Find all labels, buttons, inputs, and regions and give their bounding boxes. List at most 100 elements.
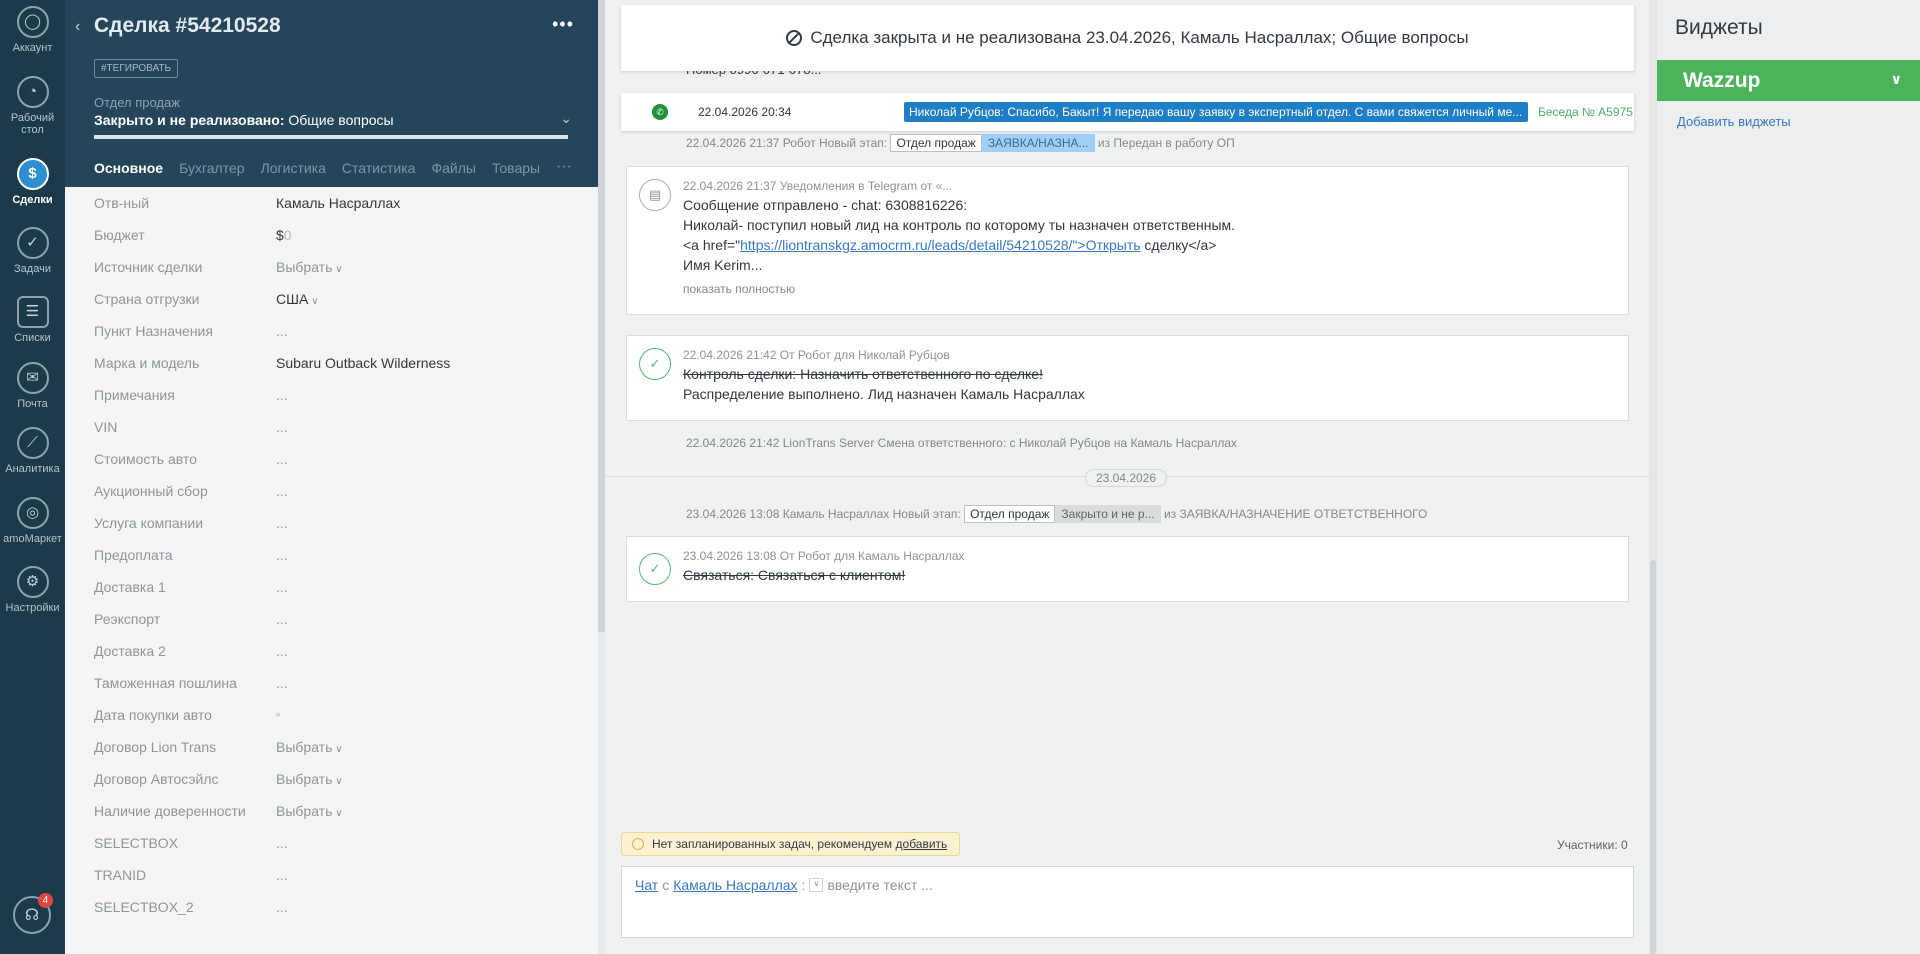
select-value: Выбрать: [276, 803, 333, 819]
task-title: Связаться: Связаться с клиентом!: [683, 567, 906, 583]
field-power-of-attorney: Наличие доверенности Выбрать ∨: [94, 795, 574, 827]
task-title: Контроль сделки: Назначить ответственног…: [683, 366, 1043, 382]
field-value[interactable]: ...: [276, 515, 288, 531]
nav-analytics-label: Аналитика: [5, 463, 60, 475]
nav-lists[interactable]: ☰ Списки: [0, 296, 65, 344]
chat-composer[interactable]: Чат с Камаль Насраллах: ∨ введите текст …: [621, 866, 1634, 938]
country-select[interactable]: США ∨: [276, 291, 319, 307]
field-value[interactable]: ...: [276, 867, 288, 883]
currency-symbol: $: [276, 227, 284, 243]
contract-lion-select[interactable]: Выбрать ∨: [276, 739, 343, 755]
event-text: 22.04.2026 21:37 Робот Новый этап:: [686, 136, 888, 150]
clock-icon: [632, 838, 644, 850]
event-suffix: из ЗАЯВКА/НАЗНАЧЕНИЕ ОТВЕТСТВЕННОГО: [1163, 507, 1428, 521]
source-select[interactable]: Выбрать ∨: [276, 259, 343, 275]
field-value[interactable]: ...: [276, 899, 288, 915]
field-label: Доставка 1: [94, 579, 166, 595]
chat-input[interactable]: введите текст ...: [827, 877, 932, 893]
pipeline-pill: Отдел продаж: [964, 505, 1056, 523]
field-value[interactable]: ...: [276, 483, 288, 499]
conversation-link[interactable]: Беседа № A5975: [1538, 105, 1633, 119]
chat-with-text: с: [662, 877, 670, 893]
field-auction-fee: Аукционный сбор ...: [94, 475, 574, 507]
field-value[interactable]: ...: [276, 643, 288, 659]
field-label: Реэкспорт: [94, 611, 161, 627]
add-widgets-link[interactable]: Добавить виджеты: [1677, 114, 1791, 129]
tab-files[interactable]: Файлы: [431, 160, 475, 176]
card-meta: 22.04.2026 21:37 Уведомления в Telegram …: [683, 179, 953, 193]
whatsapp-last-message[interactable]: Николай Рубцов: Спасибо, Бакыт! Я переда…: [904, 102, 1528, 122]
tab-accounting[interactable]: Бухгалтер: [179, 160, 244, 176]
deal-status-select[interactable]: Закрыто и не реализовано: Общие вопросы: [94, 112, 394, 128]
field-label: Бюджет: [94, 227, 145, 243]
chevron-down-icon[interactable]: ⌄: [560, 110, 572, 127]
calendar-icon[interactable]: ▫: [276, 709, 280, 721]
check-circle-icon[interactable]: ✓: [639, 553, 671, 585]
tab-main[interactable]: Основное: [94, 160, 163, 176]
chevron-down-icon[interactable]: ∨: [1891, 71, 1902, 88]
nav-market[interactable]: ◎ amoМаркет: [0, 497, 65, 545]
budget-input[interactable]: $0: [276, 227, 292, 243]
no-tasks-message: Нет запланированных задач, рекомендуем: [652, 837, 896, 851]
contract-autosales-select[interactable]: Выбрать ∨: [276, 771, 343, 787]
field-value[interactable]: ...: [276, 451, 288, 467]
tab-products[interactable]: Товары: [492, 160, 540, 176]
wazzup-widget[interactable]: Wazzup ∨: [1657, 60, 1920, 101]
deal-link[interactable]: https://liontranskgz.amocrm.ru/leads/det…: [740, 237, 1140, 253]
check-circle-icon[interactable]: ✓: [639, 348, 671, 380]
message-fragment: <a href=": [683, 237, 741, 253]
field-value[interactable]: ...: [276, 323, 288, 339]
nav-tasks-label: Задачи: [14, 263, 51, 275]
show-more-link[interactable]: показать полностью: [683, 282, 795, 296]
field-value[interactable]: ...: [276, 835, 288, 851]
field-value[interactable]: Subaru Outback Wilderness: [276, 355, 450, 371]
status-name: Закрыто и не реализовано:: [94, 112, 285, 128]
chat-recipient-link[interactable]: Камаль Насраллах: [673, 877, 797, 893]
deal-scrollbar[interactable]: [598, 0, 605, 632]
whatsapp-conversation-bar[interactable]: ✆ 22.04.2026 20:34 Николай Рубцов: Спаси…: [621, 93, 1634, 131]
card-meta: 22.04.2026 21:42 От Робот для Николай Ру…: [683, 348, 950, 362]
field-reexport: Реэкспорт ...: [94, 603, 574, 635]
field-value[interactable]: ...: [276, 611, 288, 627]
field-label: VIN: [94, 419, 118, 435]
field-selectbox: SELECTBOX ...: [94, 827, 574, 859]
add-task-link[interactable]: добавить: [896, 837, 948, 851]
nav-desktop[interactable]: ◔ Рабочий стол: [0, 76, 65, 136]
wrench-icon: ⚙: [16, 566, 49, 598]
nav-mail[interactable]: ✉ Почта: [0, 362, 65, 410]
select-value: Выбрать: [276, 771, 333, 787]
field-budget: Бюджет $0: [94, 219, 574, 251]
nav-settings-label: Настройки: [5, 602, 60, 614]
back-arrow-icon[interactable]: ‹: [75, 18, 80, 36]
tabs-more-button[interactable]: ···: [556, 158, 572, 176]
field-value[interactable]: ...: [276, 579, 288, 595]
more-menu-button[interactable]: •••: [552, 14, 574, 35]
field-selectbox-2: SELECTBOX_2 ...: [94, 891, 574, 923]
nav-settings[interactable]: ⚙ Настройки: [0, 566, 65, 614]
power-of-attorney-select[interactable]: Выбрать ∨: [276, 803, 343, 819]
field-value[interactable]: ...: [276, 387, 288, 403]
nav-account[interactable]: ◯ Аккаунт: [0, 6, 65, 54]
stage-pill: Закрыто и не р...: [1055, 505, 1161, 523]
tab-logistics[interactable]: Логистика: [261, 160, 326, 176]
field-car-price: Стоимость авто ...: [94, 443, 574, 475]
chevron-down-icon[interactable]: ∨: [809, 878, 824, 892]
nav-deals[interactable]: $ Сделки: [0, 158, 65, 206]
feed-scrollbar[interactable]: [1650, 560, 1656, 954]
tab-statistics[interactable]: Статистика: [342, 160, 416, 176]
tag-button[interactable]: #ТЕГИРОВАТЬ: [94, 59, 179, 78]
notifications-button[interactable]: ☊ 4: [13, 893, 53, 934]
chat-type-link[interactable]: Чат: [635, 877, 658, 893]
nav-analytics[interactable]: ⟋ Аналитика: [0, 427, 65, 475]
field-value[interactable]: Камаль Насраллах: [276, 195, 400, 211]
deal-title[interactable]: Сделка #54210528: [94, 14, 281, 38]
participants-count[interactable]: Участники: 0: [1557, 838, 1628, 852]
field-value[interactable]: ...: [276, 419, 288, 435]
field-delivery-1: Доставка 1 ...: [94, 571, 574, 603]
field-value[interactable]: ...: [276, 675, 288, 691]
bell-icon: ☊: [24, 907, 40, 924]
field-value[interactable]: ...: [276, 547, 288, 563]
field-label: SELECTBOX_2: [94, 899, 194, 915]
nav-tasks[interactable]: ✓ Задачи: [0, 227, 65, 275]
field-label: Марка и модель: [94, 355, 200, 371]
